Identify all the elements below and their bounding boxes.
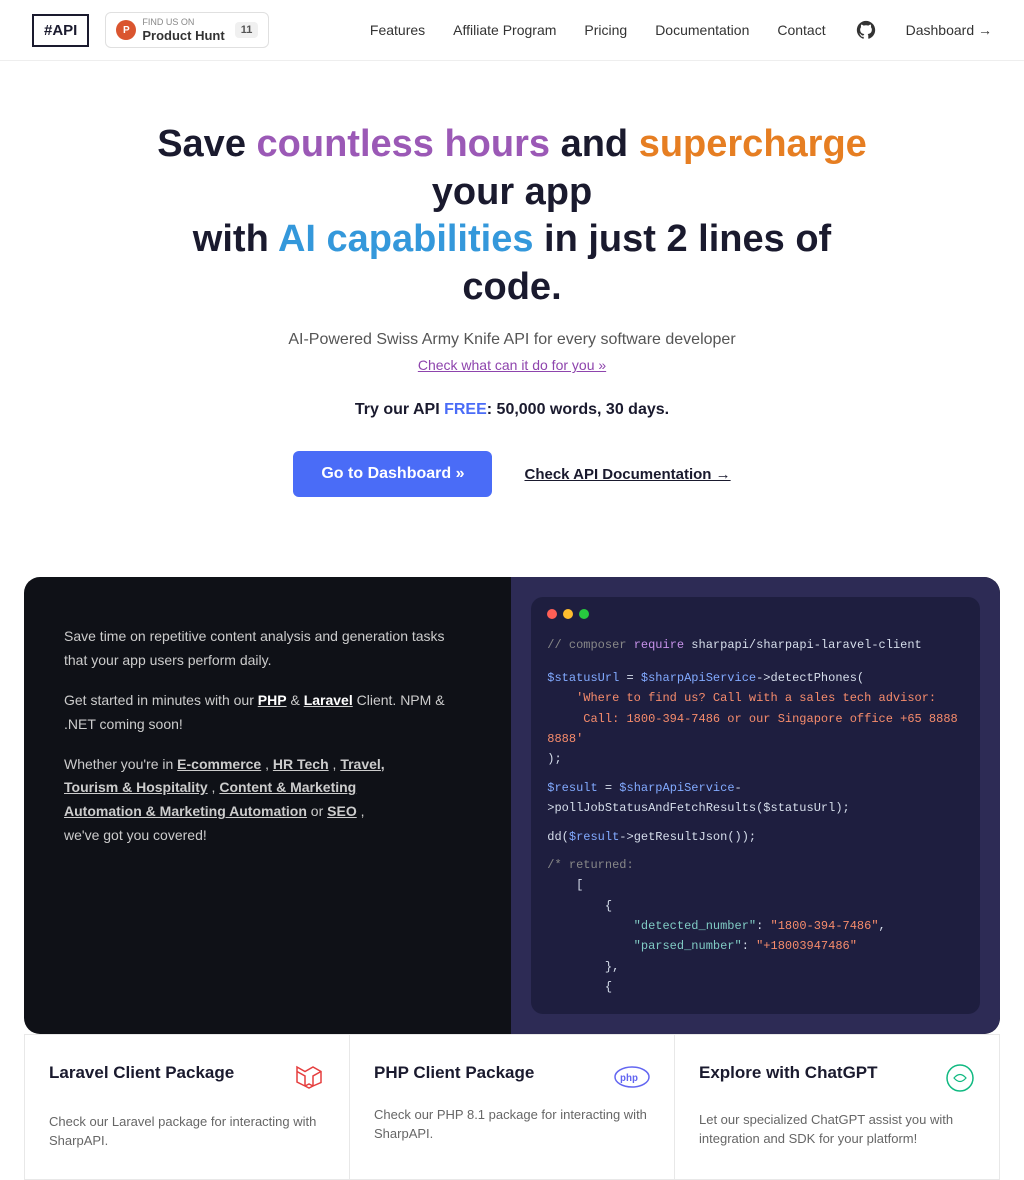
code-line-7: /* returned: — [547, 855, 964, 875]
hero-title: Save countless hours and supercharge you… — [144, 121, 880, 311]
navbar: #API P FIND US ON Product Hunt 11 Featur… — [0, 0, 1024, 61]
laravel-icon — [293, 1063, 325, 1102]
hero-highlight-ai: AI capabilities — [278, 218, 534, 260]
hero-highlight-supercharge: supercharge — [639, 123, 867, 165]
chatgpt-icon — [945, 1063, 975, 1100]
php-icon: php — [614, 1063, 650, 1095]
code-line-1: $statusUrl = $sharpApiService->detectPho… — [547, 668, 964, 688]
card-php-title: PHP Client Package — [374, 1063, 534, 1083]
dot-yellow — [563, 609, 573, 619]
product-hunt-badge[interactable]: P FIND US ON Product Hunt 11 — [105, 12, 269, 48]
dot-red — [547, 609, 557, 619]
navbar-nav: Features Affiliate Program Pricing Docum… — [370, 18, 992, 42]
code-line-13: { — [547, 977, 964, 997]
code-body: // composer require sharpapi/sharpapi-la… — [531, 627, 980, 1013]
nav-pricing[interactable]: Pricing — [584, 22, 627, 38]
go-dashboard-button[interactable]: Go to Dashboard » — [293, 451, 492, 497]
code-line-5: $result = $sharpApiService->pollJobStatu… — [547, 778, 964, 819]
code-line-10: "detected_number": "1800-394-7486", — [547, 916, 964, 936]
card-php-header: PHP Client Package php — [374, 1063, 650, 1095]
window-dots — [531, 597, 980, 627]
dark-right-code: // composer require sharpapi/sharpapi-la… — [511, 577, 1000, 1033]
check-docs-button[interactable]: Check API Documentation → — [524, 466, 730, 483]
producthunt-icon: P — [116, 20, 136, 40]
card-chatgpt-header: Explore with ChatGPT — [699, 1063, 975, 1100]
svg-text:php: php — [620, 1073, 638, 1085]
code-line-4: ); — [547, 749, 964, 769]
hero-subtitle: AI-Powered Swiss Army Knife API for ever… — [144, 331, 880, 349]
nav-documentation[interactable]: Documentation — [655, 22, 749, 38]
dark-left-content: Save time on repetitive content analysis… — [24, 577, 511, 1033]
laravel-link[interactable]: Laravel — [304, 692, 353, 708]
ph-name: Product Hunt — [142, 28, 224, 44]
code-line-12: }, — [547, 957, 964, 977]
dashboard-link[interactable]: Dashboard → — [906, 22, 992, 38]
card-chatgpt-title: Explore with ChatGPT — [699, 1063, 878, 1083]
dark-para3: Whether you're in E-commerce , HR Tech ,… — [64, 753, 471, 848]
seo-link[interactable]: SEO — [327, 803, 357, 819]
product-hunt-text: FIND US ON Product Hunt — [142, 17, 224, 43]
code-line-9: { — [547, 896, 964, 916]
card-laravel-header: Laravel Client Package — [49, 1063, 325, 1102]
ph-count: 11 — [235, 22, 259, 38]
nav-contact[interactable]: Contact — [777, 22, 825, 38]
nav-affiliate[interactable]: Affiliate Program — [453, 22, 556, 38]
code-line-6: dd($result->getResultJson()); — [547, 827, 964, 847]
card-chatgpt: Explore with ChatGPT Let our specialized… — [674, 1034, 1000, 1180]
code-line-2: 'Where to find us? Call with a sales tec… — [547, 688, 964, 708]
navbar-left: #API P FIND US ON Product Hunt 11 — [32, 12, 269, 48]
card-laravel: Laravel Client Package Check our Laravel… — [24, 1034, 349, 1180]
hrtech-link[interactable]: HR Tech — [273, 756, 329, 772]
dark-para2: Get started in minutes with our PHP & La… — [64, 689, 471, 737]
dark-para1: Save time on repetitive content analysis… — [64, 625, 471, 673]
code-line-comment: // composer require sharpapi/sharpapi-la… — [547, 635, 964, 655]
hero-section: Save countless hours and supercharge you… — [112, 61, 912, 537]
card-php-desc: Check our PHP 8.1 package for interactin… — [374, 1105, 650, 1144]
card-chatgpt-desc: Let our specialized ChatGPT assist you w… — [699, 1110, 975, 1149]
code-line-11: "parsed_number": "+18003947486" — [547, 936, 964, 956]
hero-free-highlight: FREE — [444, 401, 487, 418]
logo[interactable]: #API — [32, 14, 89, 47]
dark-section: Save time on repetitive content analysis… — [24, 577, 1000, 1033]
hero-check-link[interactable]: Check what can it do for you » — [418, 357, 606, 373]
code-line-8: [ — [547, 875, 964, 895]
code-window: // composer require sharpapi/sharpapi-la… — [531, 597, 980, 1013]
nav-features[interactable]: Features — [370, 22, 425, 38]
ph-label: FIND US ON — [142, 17, 224, 28]
dot-green — [579, 609, 589, 619]
card-laravel-desc: Check our Laravel package for interactin… — [49, 1112, 325, 1151]
cards-section: Laravel Client Package Check our Laravel… — [0, 1034, 1024, 1180]
code-line-3: Call: 1800-394-7486 or our Singapore off… — [547, 709, 964, 750]
hero-highlight-countless: countless hours — [257, 123, 551, 165]
php-link[interactable]: PHP — [258, 692, 287, 708]
card-laravel-title: Laravel Client Package — [49, 1063, 234, 1083]
github-icon[interactable] — [854, 18, 878, 42]
hero-buttons: Go to Dashboard » Check API Documentatio… — [144, 451, 880, 497]
ecommerce-link[interactable]: E-commerce — [177, 756, 261, 772]
card-php: PHP Client Package php Check our PHP 8.1… — [349, 1034, 674, 1180]
hero-free-text: Try our API FREE: 50,000 words, 30 days. — [144, 401, 880, 419]
